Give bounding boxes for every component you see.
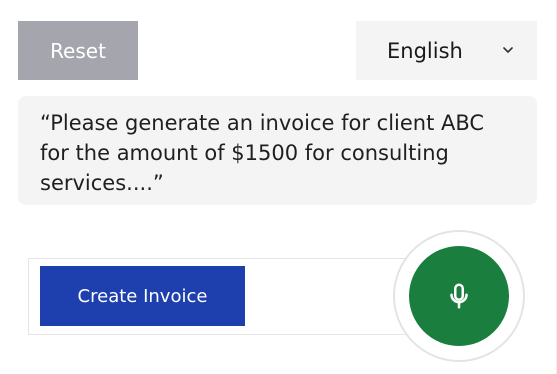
voice-prompt-text: “Please generate an invoice for client A… <box>18 96 537 205</box>
language-select[interactable]: English <box>356 21 537 80</box>
create-invoice-button[interactable]: Create Invoice <box>40 266 245 326</box>
chevron-down-icon <box>503 47 513 53</box>
microphone-icon <box>450 283 468 309</box>
microphone-button[interactable] <box>409 246 509 346</box>
reset-button[interactable]: Reset <box>18 21 138 80</box>
language-select-value: English <box>387 38 463 63</box>
invoice-voice-panel: Reset English “Please generate an invoic… <box>0 0 557 374</box>
